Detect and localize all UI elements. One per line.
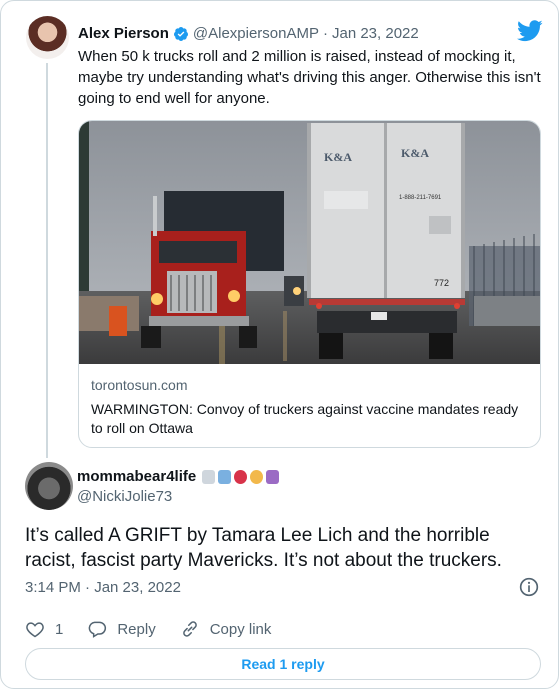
reply-button[interactable]: Reply <box>87 619 156 639</box>
emoji-icon <box>250 469 264 484</box>
copy-link-label: Copy link <box>209 620 272 638</box>
emoji-icon <box>202 469 216 484</box>
svg-text:1-888-211-7691: 1-888-211-7691 <box>399 195 442 201</box>
like-count: 1 <box>55 620 64 638</box>
link-preview-card[interactable]: K&A K&A 1-888-211-7691 772 torontosun.co… <box>78 120 541 448</box>
quoted-author-handle[interactable]: @AlexpiersonAMP <box>193 25 319 42</box>
author-name-row: mommabear4life <box>77 468 280 485</box>
truck-convoy-photo: K&A K&A 1-888-211-7691 772 <box>79 121 540 364</box>
peace-emoji-icon <box>266 469 280 484</box>
tweet-text: It’s called A GRIFT by Tamara Lee Lich a… <box>25 525 502 571</box>
quoted-tweet-text: When 50 k trucks roll and 2 million is r… <box>78 48 541 107</box>
quoted-author-name[interactable]: Alex Pierson <box>78 25 169 42</box>
read-replies-button[interactable]: Read 1 reply <box>25 648 541 680</box>
author-handle[interactable]: @NickiJolie73 <box>77 488 172 505</box>
verified-badge-icon <box>173 26 188 41</box>
quoted-author-avatar[interactable] <box>26 16 69 59</box>
heart-emoji-icon <box>234 469 248 484</box>
reply-bubble-icon <box>88 621 107 638</box>
svg-text:K&A: K&A <box>324 150 352 164</box>
twitter-bird-icon[interactable] <box>517 20 543 42</box>
link-domain: torontosun.com <box>91 377 188 393</box>
info-icon[interactable] <box>519 577 539 597</box>
like-button[interactable]: 1 <box>25 619 63 639</box>
svg-text:772: 772 <box>434 278 449 288</box>
tweet-card: Alex Pierson @AlexpiersonAMP · Jan 23, 2… <box>0 0 559 689</box>
link-title: WARMINGTON: Convoy of truckers against v… <box>91 401 519 436</box>
action-bar: 1 Reply Copy link <box>25 618 295 640</box>
header-separator: · <box>322 25 328 42</box>
svg-text:K&A: K&A <box>401 146 429 160</box>
quoted-tweet-date[interactable]: Jan 23, 2022 <box>332 25 419 42</box>
link-icon <box>182 621 197 637</box>
quoted-tweet-header: Alex Pierson @AlexpiersonAMP · Jan 23, 2… <box>78 25 419 42</box>
author-name[interactable]: mommabear4life <box>77 468 196 485</box>
name-emojis <box>202 469 280 484</box>
emoji-icon <box>218 469 232 484</box>
tweet-timestamp[interactable]: 3:14 PM · Jan 23, 2022 <box>25 579 181 596</box>
author-avatar[interactable] <box>25 462 73 510</box>
copy-link-button[interactable]: Copy link <box>180 619 272 639</box>
thread-line <box>46 63 48 458</box>
heart-icon <box>26 622 44 638</box>
reply-label: Reply <box>117 620 156 638</box>
